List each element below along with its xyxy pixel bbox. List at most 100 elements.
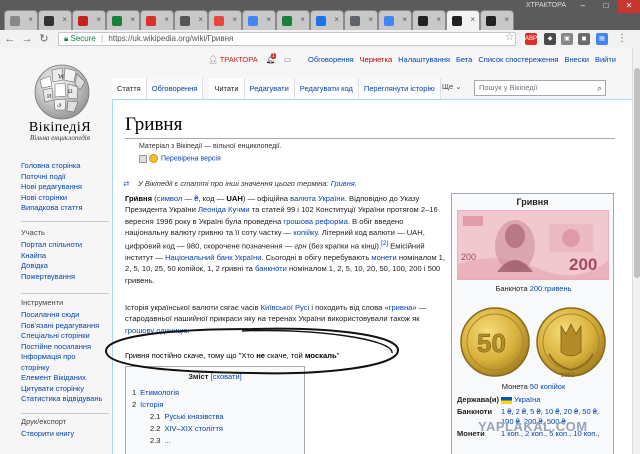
browser-tab[interactable]: × xyxy=(378,10,412,30)
tab-close-icon[interactable]: × xyxy=(62,15,67,24)
tab-close-icon[interactable]: × xyxy=(28,15,33,24)
browser-tab[interactable]: × xyxy=(446,10,480,30)
article-link[interactable]: гривна xyxy=(389,303,413,312)
personal-link[interactable]: Бета xyxy=(456,55,472,64)
notices-tray-icon[interactable]: ▭ xyxy=(284,55,294,64)
article-link[interactable]: грошова реформа xyxy=(283,217,347,226)
sidebar-item-link[interactable]: Спеціальні сторінки xyxy=(21,331,113,342)
extension-icon-2[interactable]: ▣ xyxy=(561,33,573,45)
more-menu[interactable]: Ще ⌄ xyxy=(442,82,462,91)
view-tab-3[interactable]: Переглянути історію xyxy=(358,78,441,99)
tab-close-icon[interactable]: × xyxy=(334,15,339,24)
extension-icon-4[interactable]: ▤ xyxy=(596,33,608,45)
search-icon[interactable]: ⌕ xyxy=(597,81,602,95)
user-name-link[interactable]: ТРАКТОРА xyxy=(220,55,258,64)
tab-close-icon[interactable]: × xyxy=(436,15,441,24)
notifications-bell-icon[interactable]: 🔔︎ 1 xyxy=(266,53,276,64)
extension-icon-3[interactable]: ◼ xyxy=(578,33,590,45)
toc-item-label[interactable]: Руські князівства xyxy=(164,412,223,421)
browser-tab[interactable]: × xyxy=(72,10,106,30)
search-input[interactable]: Пошук у Вікіпедії ⌕ xyxy=(474,80,606,96)
banknotes-value[interactable]: 1 ₴, 2 ₴, 5 ₴, 10 ₴, 20 ₴, 50 ₴, xyxy=(501,407,599,416)
toc-toggle-link[interactable]: [сховати] xyxy=(210,372,241,381)
browser-tab[interactable]: × xyxy=(4,10,38,30)
toc-item-label[interactable]: Історія xyxy=(140,400,163,409)
article-link[interactable]: валюта xyxy=(290,194,316,203)
toc-item[interactable]: 2.1 Руські князівства xyxy=(132,411,298,423)
sidebar-item-link[interactable]: Портал спільноти xyxy=(21,240,113,251)
browser-tab[interactable]: × xyxy=(208,10,242,30)
article-link[interactable]: грошову одиницю xyxy=(125,326,188,335)
browser-tab[interactable]: × xyxy=(174,10,208,30)
tab-0[interactable]: Стаття xyxy=(112,78,147,99)
browser-tab[interactable]: × xyxy=(412,10,446,30)
article-link[interactable]: копійку xyxy=(293,228,317,237)
article-link[interactable]: Національний банк України xyxy=(165,253,261,262)
article-link[interactable]: банкноти xyxy=(255,264,287,273)
toc-item-label[interactable]: Етимологія xyxy=(140,388,179,397)
browser-tab[interactable]: × xyxy=(38,10,72,30)
sidebar-item-link[interactable]: Створити книгу xyxy=(21,429,113,440)
back-button[interactable]: ← xyxy=(3,32,17,46)
tab-close-icon[interactable]: × xyxy=(470,15,475,24)
toc-item[interactable]: 1 Етимологія xyxy=(132,387,298,399)
reload-button[interactable]: ↻ xyxy=(37,32,51,46)
sidebar-item-link[interactable]: Кнайпа xyxy=(21,251,113,262)
address-bar[interactable]: 🔒︎ Secure | https://uk.wikipedia.org/wik… xyxy=(58,32,516,46)
tab-1[interactable]: Обговорення xyxy=(146,78,204,99)
minimize-button[interactable]: – xyxy=(572,0,594,13)
browser-tab[interactable]: × xyxy=(276,10,310,30)
toc-item[interactable]: 2 Історія xyxy=(132,399,298,411)
adblock-extension-icon[interactable]: ABP xyxy=(525,33,537,45)
coin-50-kopiyok-image[interactable]: 50 1992 xyxy=(457,302,609,382)
tab-close-icon[interactable]: × xyxy=(266,15,271,24)
sidebar-item-link[interactable]: Поточні події xyxy=(21,172,113,183)
scrollbar-thumb[interactable] xyxy=(634,68,640,278)
personal-link[interactable]: Обговорення xyxy=(308,55,354,64)
sidebar-item-link[interactable]: Цитувати сторінку xyxy=(21,384,113,395)
browser-tab[interactable]: × xyxy=(310,10,344,30)
sidebar-item-link[interactable]: Випадкова стаття xyxy=(21,203,113,214)
sidebar-item-link[interactable]: Посилання сюди xyxy=(21,310,113,321)
personal-link[interactable]: Чернетка xyxy=(360,55,392,64)
expand-icon[interactable] xyxy=(139,154,147,163)
browser-tab[interactable]: × xyxy=(480,10,514,30)
sidebar-item-link[interactable]: Інформація про xyxy=(21,352,113,363)
toc-item[interactable]: 2.3... xyxy=(132,435,298,447)
personal-link[interactable]: Налаштування xyxy=(398,55,450,64)
sidebar-item-link[interactable]: Елемент Вікіданих xyxy=(21,373,113,384)
personal-link[interactable]: Внески xyxy=(564,55,589,64)
sidebar-item-link[interactable]: Нові сторінки xyxy=(21,193,113,204)
view-tab-1[interactable]: Редагувати xyxy=(244,78,295,99)
maximize-button[interactable]: □ xyxy=(595,0,617,13)
sidebar-item-link[interactable]: Довідка xyxy=(21,261,113,272)
tab-close-icon[interactable]: × xyxy=(402,15,407,24)
browser-tab[interactable]: × xyxy=(140,10,174,30)
sidebar-item-link[interactable]: Постійне посилання xyxy=(21,342,113,353)
toc-item-label[interactable]: ... xyxy=(164,436,170,445)
article-link[interactable]: монети xyxy=(371,253,396,262)
view-tab-2[interactable]: Редагувати код xyxy=(294,78,359,99)
banknote-200-image[interactable]: 200 200 xyxy=(457,210,609,280)
toc-item-label[interactable]: XIV–XIX століття xyxy=(164,424,223,433)
tab-close-icon[interactable]: × xyxy=(198,15,203,24)
article-link[interactable]: символ xyxy=(157,194,183,203)
hatnote-link[interactable]: Гривня xyxy=(331,179,355,188)
forward-button[interactable]: → xyxy=(20,32,34,46)
close-window-button[interactable]: ✕ xyxy=(618,0,640,13)
article-link[interactable]: Леоніда Кучми xyxy=(198,205,250,214)
article-link[interactable]: України xyxy=(318,194,345,203)
flagged-revision[interactable]: Перевірена версія xyxy=(139,154,221,163)
sidebar-item-link[interactable]: сторінку xyxy=(21,363,113,374)
browser-menu-icon[interactable]: ⋮ xyxy=(616,33,628,45)
tab-close-icon[interactable]: × xyxy=(300,15,305,24)
state-value[interactable]: Україна xyxy=(514,395,540,404)
tab-close-icon[interactable]: × xyxy=(232,15,237,24)
tab-close-icon[interactable]: × xyxy=(164,15,169,24)
browser-tab[interactable]: × xyxy=(344,10,378,30)
browser-tab[interactable]: × xyxy=(106,10,140,30)
sidebar-item-link[interactable]: Нові редагування xyxy=(21,182,113,193)
sidebar-item-link[interactable]: Пожертвування xyxy=(21,272,113,283)
sidebar-item-link[interactable]: Пов'язані редагування xyxy=(21,321,113,332)
bookmark-star-icon[interactable]: ☆ xyxy=(505,32,514,43)
